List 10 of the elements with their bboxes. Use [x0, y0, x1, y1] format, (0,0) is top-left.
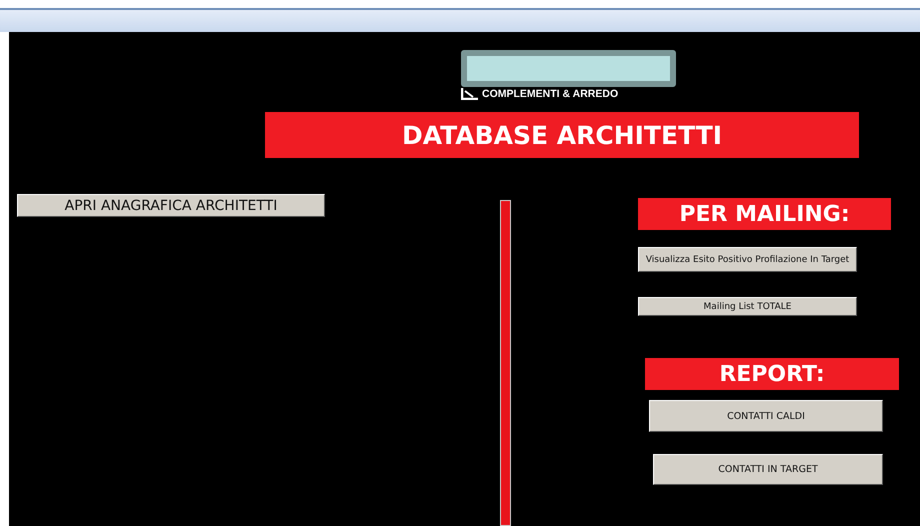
action-button[interactable]: Mailing List TOTALE — [638, 297, 857, 316]
action-button[interactable]: CONTATTI CALDI — [649, 400, 883, 432]
form-title: DATABASE ARCHITETTI — [265, 112, 859, 158]
open-button[interactable]: APRI ANAGRAFICA ARCHITETTI — [17, 194, 325, 217]
section-heading: REPORT: — [645, 358, 899, 390]
logo-text: COMPLEMENTI & ARREDO — [482, 88, 618, 100]
action-button[interactable]: CONTATTI IN TARGET — [653, 454, 883, 485]
action-button[interactable]: Visualizza Esito Positivo Profilazione In Target — [638, 247, 857, 272]
logo-icon — [461, 88, 479, 100]
section-heading: PER MAILING: — [638, 198, 891, 230]
